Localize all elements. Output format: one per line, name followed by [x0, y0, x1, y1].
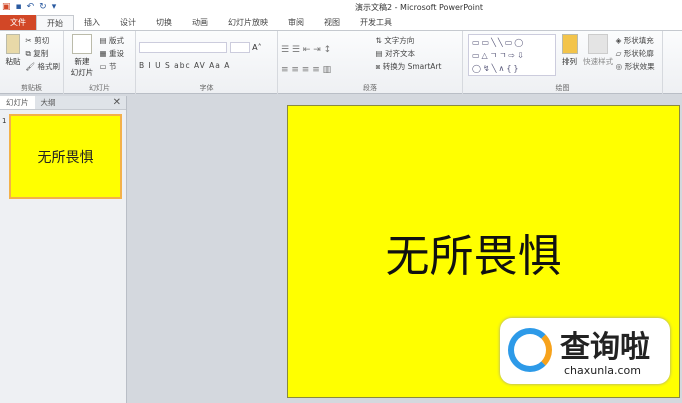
shapes-gallery[interactable]: ▭▭╲╲▭◯ ▭△ㄱㄱ⇨⇩ ◯↯╲∧{} — [468, 34, 556, 76]
tab-animations[interactable]: 动画 — [182, 15, 218, 31]
shape-fill-button[interactable]: ◈ 形状填充 — [616, 34, 655, 47]
save-icon[interactable]: ▪ — [16, 2, 22, 12]
close-icon[interactable]: ✕ — [113, 96, 126, 109]
tab-file[interactable]: 文件 — [0, 15, 36, 31]
format-painter-button[interactable]: 🖌 格式刷 — [26, 60, 60, 73]
undo-icon[interactable]: ↶ — [27, 2, 35, 12]
powerpoint-logo-icon: ▣ — [2, 2, 11, 12]
slide-thumbnail[interactable]: 无所畏惧 — [9, 114, 122, 199]
tab-view[interactable]: 视图 — [314, 15, 350, 31]
slides-label: 幻灯片 — [89, 84, 110, 92]
tab-slideshow[interactable]: 幻灯片放映 — [218, 15, 278, 31]
tab-transitions[interactable]: 切换 — [146, 15, 182, 31]
text-direction-button[interactable]: ⇅ 文字方向 — [376, 34, 442, 47]
align-text-button[interactable]: ▤ 对齐文本 — [376, 47, 442, 60]
new-slide-button[interactable]: 新建 幻灯片 — [67, 34, 97, 78]
tab-developer[interactable]: 开发工具 — [350, 15, 402, 31]
tab-review[interactable]: 审阅 — [278, 15, 314, 31]
drawing-label: 绘图 — [555, 84, 570, 92]
watermark: 查询啦 chaxunla.com — [500, 318, 670, 384]
paragraph-group: ☰ ☰ ⇤ ⇥ ↕ ≡ ≡ ≡ ≡ ▥ ⇅ 文字方向 ▤ 对齐文本 ⧈ 转换为 S… — [278, 31, 463, 94]
section-button[interactable]: ▭ 节 — [100, 60, 124, 73]
watermark-text: 查询啦 — [560, 330, 650, 365]
slides-panel: 幻灯片 大纲 ✕ 1 无所畏惧 — [0, 96, 127, 403]
arrange-button[interactable]: 排列 — [559, 34, 581, 67]
quick-styles-button[interactable]: 快速样式 — [583, 34, 613, 67]
paragraph-label: 段落 — [363, 84, 377, 92]
shape-effects-button[interactable]: ◎ 形状效果 — [616, 60, 655, 73]
drawing-group: ▭▭╲╲▭◯ ▭△ㄱㄱ⇨⇩ ◯↯╲∧{} 排列 快速样式 ◈ 形状填充 ▱ 形状轮廓… — [463, 31, 663, 94]
font-name-select[interactable] — [139, 42, 227, 53]
tab-insert[interactable]: 插入 — [74, 15, 110, 31]
reset-button[interactable]: ▦ 重设 — [100, 47, 124, 60]
shape-outline-button[interactable]: ▱ 形状轮廓 — [616, 47, 655, 60]
clipboard-group: 粘贴 ✂ 剪切 ⧉ 复制 🖌 格式刷 剪贴板 — [0, 31, 64, 94]
cut-button[interactable]: ✂ 剪切 — [26, 34, 60, 47]
tab-outline[interactable]: 大纲 — [35, 96, 62, 109]
title-bar: ▣ ▪ ↶ ↻ ▾ 演示文稿2 - Microsoft PowerPoint — [0, 0, 682, 14]
font-label: 字体 — [199, 84, 214, 92]
arrange-icon — [561, 34, 578, 54]
watermark-logo-icon — [508, 328, 552, 372]
font-group: A˄ B I U S abc AV Aa A 字体 — [136, 31, 278, 94]
quick-access-toolbar: ▣ ▪ ↶ ↻ ▾ — [2, 2, 56, 12]
slides-group: 新建 幻灯片 ▤ 版式 ▦ 重设 ▭ 节 幻灯片 — [64, 31, 136, 94]
paragraph-buttons[interactable]: ☰ ☰ ⇤ ⇥ ↕ ≡ ≡ ≡ ≡ ▥ — [281, 40, 373, 80]
slide-number: 1 — [2, 117, 7, 125]
clipboard-label: 剪贴板 — [21, 84, 42, 92]
tab-design[interactable]: 设计 — [110, 15, 146, 31]
copy-button[interactable]: ⧉ 复制 — [26, 47, 60, 60]
ribbon-tabs: 文件 开始 插入 设计 切换 动画 幻灯片放映 审阅 视图 开发工具 — [0, 14, 682, 31]
font-format-buttons[interactable]: B I U S abc AV Aa A — [139, 59, 274, 72]
layout-button[interactable]: ▤ 版式 — [100, 34, 124, 47]
tab-slides[interactable]: 幻灯片 — [0, 96, 35, 109]
editing-group — [663, 31, 682, 94]
paste-button[interactable]: 粘贴 — [3, 34, 23, 67]
ribbon: 粘贴 ✂ 剪切 ⧉ 复制 🖌 格式刷 剪贴板 新建 幻灯片 ▤ 版式 ▦ 重设 ▭… — [0, 30, 682, 94]
paste-icon — [6, 34, 20, 54]
redo-icon[interactable]: ↻ — [39, 2, 47, 12]
window-title: 演示文稿2 - Microsoft PowerPoint — [355, 3, 484, 12]
quick-styles-icon — [588, 34, 609, 54]
slide-text[interactable]: 无所畏惧 — [386, 220, 562, 284]
customize-icon[interactable]: ▾ — [52, 2, 57, 12]
grow-font-icon[interactable]: A˄ — [252, 43, 261, 52]
watermark-url: chaxunla.com — [564, 364, 641, 377]
new-slide-icon — [72, 34, 92, 54]
font-size-select[interactable] — [229, 42, 250, 53]
smartart-button[interactable]: ⧈ 转换为 SmartArt — [376, 60, 442, 73]
tab-home[interactable]: 开始 — [36, 15, 74, 31]
